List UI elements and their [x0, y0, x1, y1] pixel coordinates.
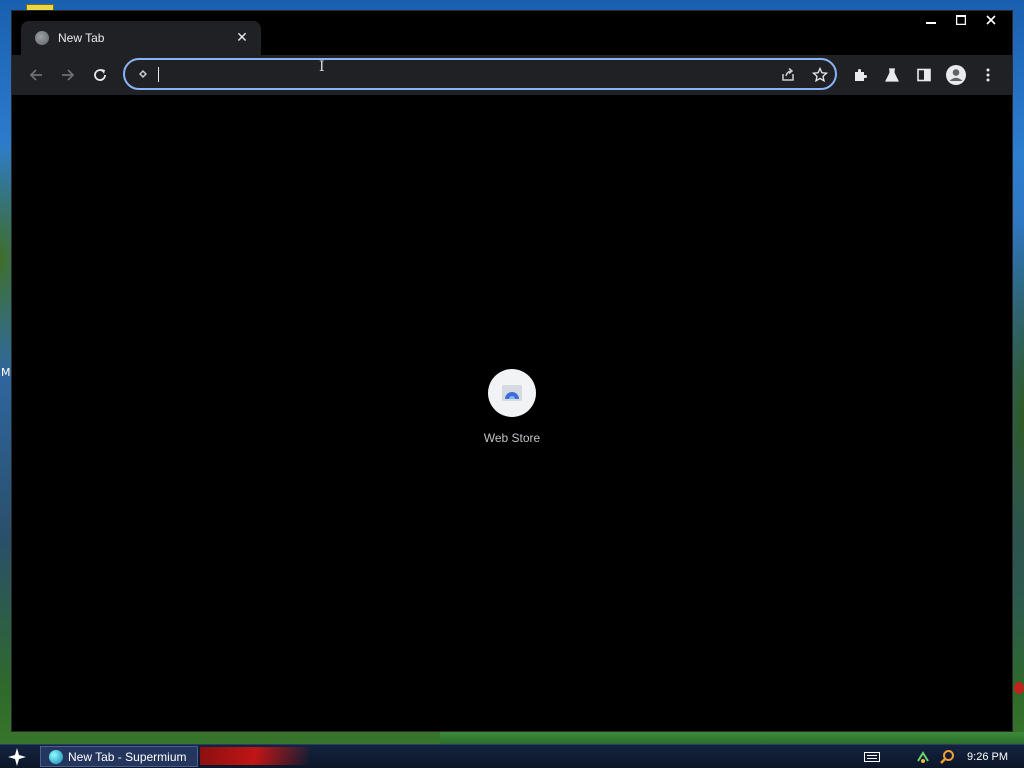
supermium-icon	[49, 749, 63, 764]
maximize-button[interactable]	[946, 11, 976, 29]
flask-icon	[885, 68, 899, 82]
profile-button[interactable]	[942, 61, 970, 89]
network-icon[interactable]	[914, 748, 932, 766]
side-panel-icon	[917, 68, 931, 82]
share-button[interactable]	[779, 66, 797, 84]
menu-button[interactable]	[974, 61, 1002, 89]
site-info-icon	[139, 70, 147, 78]
back-button[interactable]	[22, 61, 50, 89]
bookmark-button[interactable]	[811, 66, 829, 84]
arrow-right-icon	[62, 69, 75, 81]
tab-title: New Tab	[58, 31, 105, 45]
taskbar: New Tab - Supermium 9:26 PM	[0, 744, 1024, 768]
reload-icon	[94, 69, 106, 81]
keyboard-icon[interactable]	[863, 748, 881, 766]
maximize-icon	[956, 15, 966, 25]
forward-button[interactable]	[54, 61, 82, 89]
minimize-button[interactable]	[916, 11, 946, 29]
labs-button[interactable]	[878, 61, 906, 89]
window-controls	[916, 11, 1006, 31]
wallpaper-flower	[1014, 682, 1024, 694]
start-button[interactable]	[6, 747, 28, 767]
close-window-button[interactable]	[976, 11, 1006, 29]
tab-new-tab[interactable]: New Tab ✕	[21, 21, 261, 55]
more-vertical-icon	[986, 68, 990, 82]
extensions-button[interactable]	[846, 61, 874, 89]
taskbar-item-label: New Tab - Supermium	[68, 749, 187, 764]
shortcut-tile	[488, 369, 536, 417]
star-start-icon	[8, 748, 26, 766]
close-icon	[986, 15, 996, 25]
star-icon	[812, 67, 828, 83]
side-panel-button[interactable]	[910, 61, 938, 89]
taskbar-clock[interactable]: 9:26 PM	[967, 751, 1008, 763]
taskbar-decoration	[200, 747, 310, 765]
close-tab-icon[interactable]: ✕	[233, 29, 251, 47]
mouse-ibeam-cursor: I	[319, 59, 325, 75]
system-tray: 9:26 PM	[860, 745, 1024, 768]
taskbar-item-supermium[interactable]: New Tab - Supermium	[40, 746, 198, 767]
minimize-icon	[926, 22, 936, 24]
desktop-edge-label: M	[1, 366, 11, 379]
search-icon[interactable]	[938, 748, 956, 766]
globe-icon	[35, 31, 49, 45]
arrow-left-icon	[29, 69, 42, 81]
puzzle-icon	[855, 69, 867, 81]
new-tab-page: Web Store	[12, 95, 1012, 731]
web-store-icon	[502, 385, 522, 401]
address-bar[interactable]	[123, 58, 837, 90]
reload-button[interactable]	[86, 61, 114, 89]
share-icon	[782, 67, 794, 81]
avatar-icon	[946, 65, 966, 85]
text-caret	[158, 67, 159, 82]
shortcut-web-store[interactable]: Web Store	[462, 369, 562, 459]
address-input[interactable]	[155, 64, 759, 86]
shortcut-label: Web Store	[483, 431, 541, 445]
browser-toolbar	[12, 55, 1012, 95]
tab-strip: New Tab ✕	[12, 11, 1012, 55]
browser-window: New Tab ✕ Web Store	[11, 10, 1013, 732]
